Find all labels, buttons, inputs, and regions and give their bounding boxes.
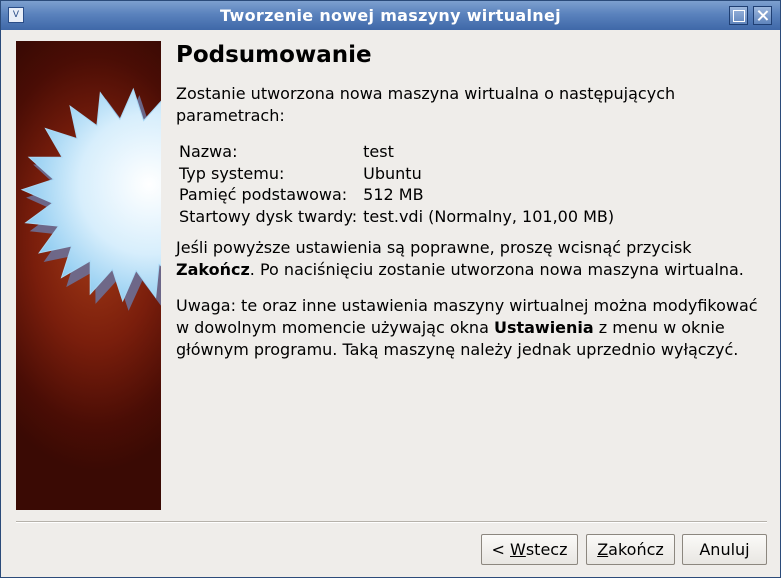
summary-content: Podsumowanie Zostanie utworzona nowa mas… — [176, 41, 766, 375]
page-title: Podsumowanie — [176, 42, 372, 68]
finish-button[interactable]: Zakończ — [586, 534, 675, 565]
wizard-window: V Tworzenie nowej maszyny wirtualnej Pod… — [0, 0, 781, 578]
cancel-button[interactable]: Anuluj — [682, 534, 767, 565]
summary-row: Nazwa: test — [179, 141, 620, 163]
summary-label: Startowy dysk twardy: — [179, 206, 358, 226]
summary-row: Startowy dysk twardy: test.vdi (Normalny… — [179, 206, 620, 228]
finish-rest: akończ — [608, 539, 664, 559]
summary-label: Nazwa: — [179, 142, 238, 161]
button-separator — [16, 521, 767, 523]
summary-value: 512 MB — [363, 185, 424, 204]
back-rest: stecz — [525, 539, 568, 559]
title-bar[interactable]: V Tworzenie nowej maszyny wirtualnej — [1, 1, 780, 30]
summary-value: test.vdi (Normalny, 101,00 MB) — [363, 206, 615, 226]
summary-label: Typ systemu: — [179, 163, 285, 183]
confirm-text: Jeśli powyższe ustawienia są poprawne, p… — [176, 237, 766, 281]
wizard-side-image — [16, 41, 161, 510]
finish-mnemonic: Z — [597, 539, 609, 559]
confirm-text-bold: Zakończ — [176, 260, 250, 279]
maximize-icon[interactable] — [729, 6, 748, 25]
close-icon[interactable] — [753, 6, 772, 25]
summary-value: Ubuntu — [363, 163, 422, 183]
confirm-text-before: Jeśli powyższe ustawienia są poprawne, p… — [176, 238, 692, 257]
back-prefix: < — [491, 539, 510, 559]
star-burst-icon — [20, 87, 161, 311]
summary-table: Nazwa: test Typ systemu: Ubuntu Pamięć p… — [179, 141, 620, 227]
summary-value: test — [363, 142, 394, 161]
summary-row: Pamięć podstawowa: 512 MB — [179, 184, 620, 206]
note-text: Uwaga: te oraz inne ustawienia maszyny w… — [176, 295, 766, 361]
intro-text: Zostanie utworzona nowa maszyna wirtualn… — [176, 84, 676, 125]
summary-label: Pamięć podstawowa: — [179, 185, 348, 204]
confirm-text-after: . Po naciśnięciu zostanie utworzona nowa… — [249, 260, 744, 279]
note-text-bold: Ustawienia — [493, 318, 594, 337]
back-button[interactable]: < Wstecz — [481, 534, 578, 565]
back-mnemonic: W — [510, 539, 526, 559]
window-title: Tworzenie nowej maszyny wirtualnej — [220, 6, 561, 25]
summary-row: Typ systemu: Ubuntu — [179, 163, 620, 185]
